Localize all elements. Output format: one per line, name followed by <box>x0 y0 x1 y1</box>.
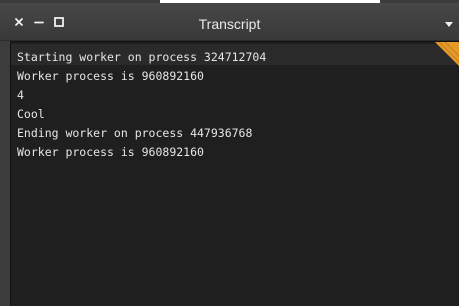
resize-grip-icon <box>438 42 459 63</box>
transcript-line: Ending worker on process 447936768 <box>17 126 253 140</box>
transcript-line: Worker process is 960892160 <box>17 69 204 83</box>
transcript-lines: Starting worker on process 324712704 Wor… <box>17 48 266 162</box>
window-titlebar[interactable]: Transcript <box>0 3 459 41</box>
minimize-icon[interactable] <box>32 15 46 29</box>
window-title: Transcript <box>198 16 261 32</box>
transcript-content-area[interactable]: Starting worker on process 324712704 Wor… <box>10 41 459 306</box>
dropdown-triangle-icon[interactable] <box>443 17 455 29</box>
maximize-icon[interactable] <box>52 15 66 29</box>
transcript-line: Worker process is 960892160 <box>17 145 204 159</box>
close-icon[interactable] <box>12 15 26 29</box>
transcript-line: Cool <box>17 107 45 121</box>
transcript-window: Transcript Starting worker on process 32… <box>0 0 459 306</box>
transcript-line: 4 <box>17 88 24 102</box>
transcript-line: Starting worker on process 324712704 <box>17 50 267 64</box>
